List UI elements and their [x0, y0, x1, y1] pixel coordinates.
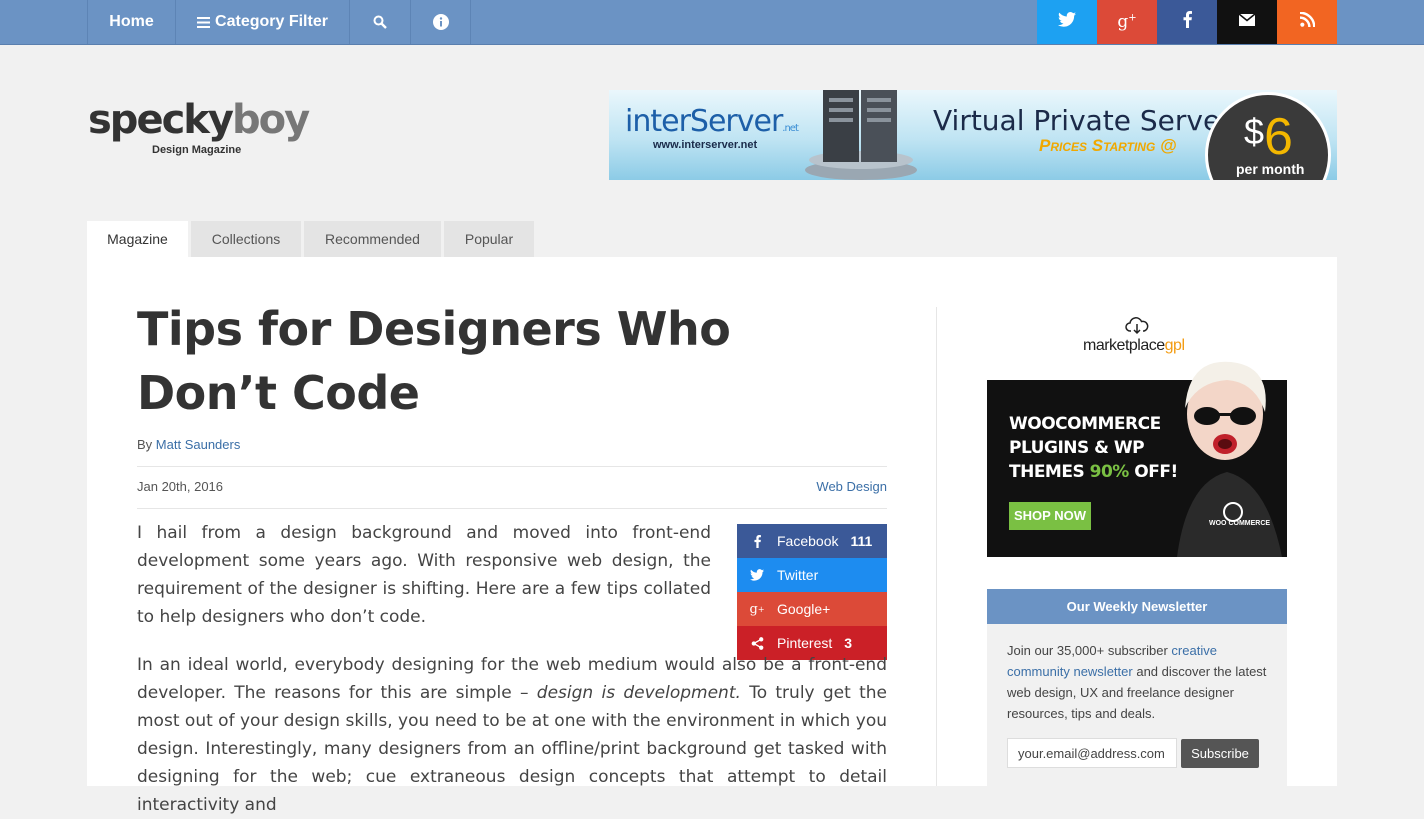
tab-recommended[interactable]: Recommended: [304, 221, 441, 257]
marketplace-word: marketplace: [1083, 337, 1165, 354]
share-facebook-count: 111: [850, 533, 873, 549]
woocommerce-label: WOO COMMERCE: [1209, 520, 1271, 527]
rss-icon: [1299, 11, 1315, 32]
article-paragraph-1: I hail from a design background and move…: [137, 523, 711, 627]
banner-url: www.interserver.net: [653, 139, 758, 151]
banner-headline: Virtual Private Server: [933, 104, 1232, 137]
ad-headline-line1: WOOCOMMERCE: [1009, 414, 1161, 434]
sidebar-divider: [936, 307, 937, 786]
meta-divider-top: [137, 466, 887, 467]
ad-line3-a: THEMES: [1009, 462, 1085, 482]
subscribe-button[interactable]: Subscribe: [1181, 739, 1259, 768]
nav-search-button[interactable]: [349, 0, 410, 44]
logo-wordmark: speckyboy: [88, 97, 310, 143]
social-rss-button[interactable]: [1277, 0, 1337, 44]
google-plus-icon: g+: [1117, 12, 1137, 32]
share-twitter-label: Twitter: [777, 567, 819, 583]
meta-divider-bottom: [137, 508, 887, 509]
nav-home-label: Home: [109, 13, 154, 30]
banner-brand-name: interServer: [625, 104, 783, 139]
share-facebook-label: Facebook: [777, 533, 839, 549]
shop-now-button[interactable]: SHOP NOW: [1009, 502, 1091, 530]
marketplacegpl-ad[interactable]: marketplacegpl WOOCOMMERCE PLUGINS & WP …: [987, 312, 1287, 557]
search-icon: [373, 15, 387, 29]
hamburger-icon: [197, 16, 211, 28]
email-icon: [1238, 13, 1256, 31]
byline-label: By: [137, 437, 153, 452]
article-paragraph-2: In an ideal world, everybody designing f…: [137, 651, 887, 819]
logo-subtitle: Design Magazine: [152, 144, 242, 156]
nav-info-button[interactable]: [410, 0, 471, 44]
nav-home-link[interactable]: Home: [87, 0, 175, 44]
logo-word-a: specky: [88, 97, 234, 143]
facebook-icon: [747, 534, 767, 548]
article-title: Tips for Designers Who Don’t Code: [137, 302, 731, 420]
ad-headline: WOOCOMMERCE PLUGINS & WP THEMES 90% OFF!: [1009, 412, 1178, 484]
newsletter-description: Join our 35,000+ subscriber creative com…: [1007, 640, 1269, 724]
social-twitter-button[interactable]: [1037, 0, 1097, 44]
share-pinterest-count: 3: [844, 635, 853, 651]
nav-category-filter[interactable]: Category Filter: [175, 0, 349, 44]
tab-magazine[interactable]: Magazine: [87, 221, 188, 257]
site-logo[interactable]: speckyboy Design Magazine: [88, 100, 310, 160]
info-icon: [432, 14, 449, 30]
ad-headline-line3: THEMES 90% OFF!: [1009, 460, 1178, 484]
banner-brand: interServer.net: [625, 104, 799, 139]
paragraph-2-emphasis: design is development.: [536, 683, 741, 703]
tab-collections[interactable]: Collections: [191, 221, 301, 257]
article-byline: By Matt Saunders: [137, 437, 240, 452]
price-currency: $: [1244, 111, 1265, 152]
twitter-icon: [747, 569, 767, 581]
price-period: per month: [1236, 161, 1305, 177]
share-google-plus-label: Google+: [777, 601, 831, 617]
price-value: 6: [1264, 108, 1293, 166]
share-facebook-button[interactable]: Facebook 111: [737, 524, 887, 558]
logo-word-b: boy: [231, 97, 310, 143]
banner-brand-suffix: .net: [782, 123, 799, 134]
server-rack-image: [799, 90, 923, 180]
article-date: Jan 20th, 2016: [137, 479, 224, 494]
author-link[interactable]: Matt Saunders: [156, 437, 241, 452]
share-nodes-icon: [747, 636, 767, 650]
nav-category-filter-label: Category Filter: [215, 13, 328, 30]
share-pinterest-label: Pinterest: [777, 635, 833, 651]
share-google-plus-button[interactable]: g + Google+: [737, 592, 887, 626]
newsletter-heading: Our Weekly Newsletter: [987, 589, 1287, 624]
newsletter-text-a: Join our 35,000+ subscriber: [1007, 643, 1168, 658]
social-google-plus-button[interactable]: g+: [1097, 0, 1157, 44]
main-content-panel: Tips for Designers Who Don’t Code By Mat…: [87, 257, 1337, 815]
social-facebook-button[interactable]: [1157, 0, 1217, 44]
twitter-icon: [1058, 12, 1076, 32]
google-plus-icon: g+: [749, 601, 765, 617]
social-email-button[interactable]: [1217, 0, 1277, 44]
article-category-link[interactable]: Web Design: [787, 479, 887, 494]
facebook-icon: [1183, 11, 1192, 33]
tab-popular[interactable]: Popular: [444, 221, 534, 257]
ad-headline-line2: PLUGINS & WP: [1009, 438, 1145, 458]
ad-discount: 90%: [1089, 462, 1130, 482]
share-twitter-button[interactable]: Twitter: [737, 558, 887, 592]
newsletter-email-input[interactable]: [1007, 738, 1177, 768]
banner-subline: Prices Starting @: [1039, 136, 1177, 155]
ad-line3-b: OFF!: [1134, 462, 1178, 482]
top-navigation-bar: Home Category Filter g+: [0, 0, 1424, 45]
interserver-banner-ad[interactable]: interServer.net www.interserver.net Virt…: [609, 90, 1337, 180]
newsletter-panel: Join our 35,000+ subscriber creative com…: [987, 624, 1287, 786]
